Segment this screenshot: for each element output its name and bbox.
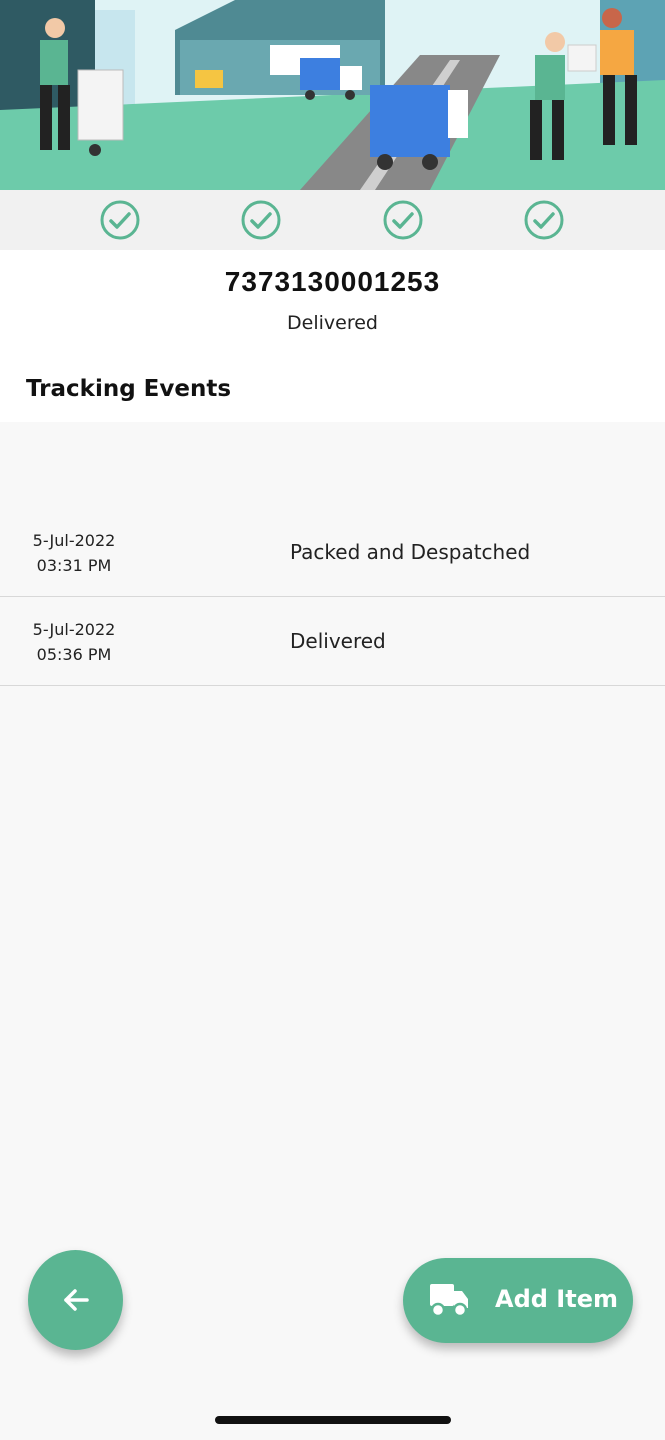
step-2-check-circle-icon xyxy=(241,200,281,240)
hero-illustration xyxy=(0,0,665,190)
event-date: 5-Jul-2022 xyxy=(32,531,116,550)
tracking-event-row: 5-Jul-2022 03:31 PM Packed and Despatche… xyxy=(0,508,665,597)
step-4-check-circle-icon xyxy=(524,200,564,240)
progress-steps xyxy=(0,190,665,250)
tracking-events-list: 5-Jul-2022 03:31 PM Packed and Despatche… xyxy=(0,508,665,686)
shipment-summary: 7373130001253 Delivered Tracking Events xyxy=(0,250,665,422)
event-time: 03:31 PM xyxy=(36,556,112,575)
shipment-status: Delivered xyxy=(287,312,378,334)
back-button[interactable] xyxy=(28,1250,123,1350)
event-date: 5-Jul-2022 xyxy=(32,620,116,639)
truck-icon xyxy=(430,1284,468,1318)
logistics-illustration xyxy=(0,0,665,190)
add-item-label: Add Item xyxy=(495,1285,618,1313)
tracking-events-title: Tracking Events xyxy=(26,376,232,402)
step-1-check-circle-icon xyxy=(100,200,140,240)
arrow-left-icon xyxy=(63,1289,89,1311)
event-description: Delivered xyxy=(290,629,386,653)
event-datetime: 5-Jul-2022 05:36 PM xyxy=(0,617,148,667)
add-item-button[interactable]: Add Item xyxy=(403,1258,633,1343)
home-indicator xyxy=(215,1416,451,1424)
event-time: 05:36 PM xyxy=(36,645,112,664)
step-3-check-circle-icon xyxy=(383,200,423,240)
tracking-event-row: 5-Jul-2022 05:36 PM Delivered xyxy=(0,597,665,686)
event-datetime: 5-Jul-2022 03:31 PM xyxy=(0,528,148,578)
tracking-number: 7373130001253 xyxy=(224,266,441,297)
event-description: Packed and Despatched xyxy=(290,540,531,564)
